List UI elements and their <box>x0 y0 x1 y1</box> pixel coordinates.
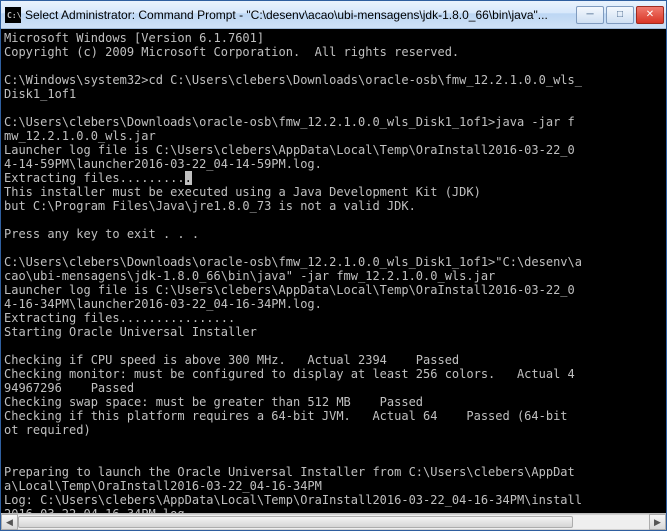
output-line: Launcher log file is C:\Users\clebers\Ap… <box>4 283 575 297</box>
output-line: but C:\Program Files\Java\jre1.8.0_73 is… <box>4 199 416 213</box>
close-button[interactable]: ✕ <box>636 6 664 24</box>
output-line: Copyright (c) 2009 Microsoft Corporation… <box>4 45 459 59</box>
output-line: ot required) <box>4 423 91 437</box>
cmd-icon: C:\ <box>5 7 21 23</box>
output-line: C:\Users\clebers\Downloads\oracle-osb\fm… <box>4 255 582 269</box>
output-line: cao\ubi-mensagens\jdk-1.8.0_66\bin\java"… <box>4 269 495 283</box>
scroll-right-button[interactable]: ▶ <box>649 514 666 530</box>
window-controls: ─ □ ✕ <box>576 6 664 24</box>
output-line: This installer must be executed using a … <box>4 185 481 199</box>
output-line: Extracting files................ <box>4 311 235 325</box>
output-line: Preparing to launch the Oracle Universal… <box>4 465 575 479</box>
svg-text:C:\: C:\ <box>7 11 21 20</box>
scroll-left-button[interactable]: ◀ <box>1 514 18 530</box>
titlebar[interactable]: C:\ Select Administrator: Command Prompt… <box>1 1 666 29</box>
horizontal-scrollbar[interactable]: ◀ ▶ <box>1 513 666 530</box>
scroll-thumb[interactable] <box>18 516 573 528</box>
output-line: 94967296 Passed <box>4 381 134 395</box>
output-line: Checking if this platform requires a 64-… <box>4 409 575 423</box>
output-line: mw_12.2.1.0.0_wls.jar <box>4 129 156 143</box>
command-prompt-window: C:\ Select Administrator: Command Prompt… <box>0 0 667 531</box>
output-line: Starting Oracle Universal Installer <box>4 325 257 339</box>
output-line: Press any key to exit . . . <box>4 227 199 241</box>
maximize-button[interactable]: □ <box>606 6 634 24</box>
output-line: Microsoft Windows [Version 6.1.7601] <box>4 31 264 45</box>
output-line: a\Local\Temp\OraInstall2016-03-22_04-16-… <box>4 479 322 493</box>
output-line: Launcher log file is C:\Users\clebers\Ap… <box>4 143 575 157</box>
output-line: Checking monitor: must be configured to … <box>4 367 575 381</box>
output-line: Checking if CPU speed is above 300 MHz. … <box>4 353 459 367</box>
output-line: Extracting files......... <box>4 171 185 185</box>
output-line: Disk1_1of1 <box>4 87 76 101</box>
output-line: C:\Users\clebers\Downloads\oracle-osb\fm… <box>4 115 575 129</box>
output-line: C:\Windows\system32>cd C:\Users\clebers\… <box>4 73 582 87</box>
scroll-track[interactable] <box>18 514 649 530</box>
output-line: Checking swap space: must be greater tha… <box>4 395 423 409</box>
selected-char: . <box>185 171 192 185</box>
output-line: 4-14-59PM\launcher2016-03-22_04-14-59PM.… <box>4 157 322 171</box>
output-line: 4-16-34PM\launcher2016-03-22_04-16-34PM.… <box>4 297 322 311</box>
window-title: Select Administrator: Command Prompt - "… <box>25 8 572 22</box>
console-area: Microsoft Windows [Version 6.1.7601] Cop… <box>1 29 666 530</box>
output-line: Log: C:\Users\clebers\AppData\Local\Temp… <box>4 493 582 507</box>
console-output[interactable]: Microsoft Windows [Version 6.1.7601] Cop… <box>1 29 666 513</box>
minimize-button[interactable]: ─ <box>576 6 604 24</box>
